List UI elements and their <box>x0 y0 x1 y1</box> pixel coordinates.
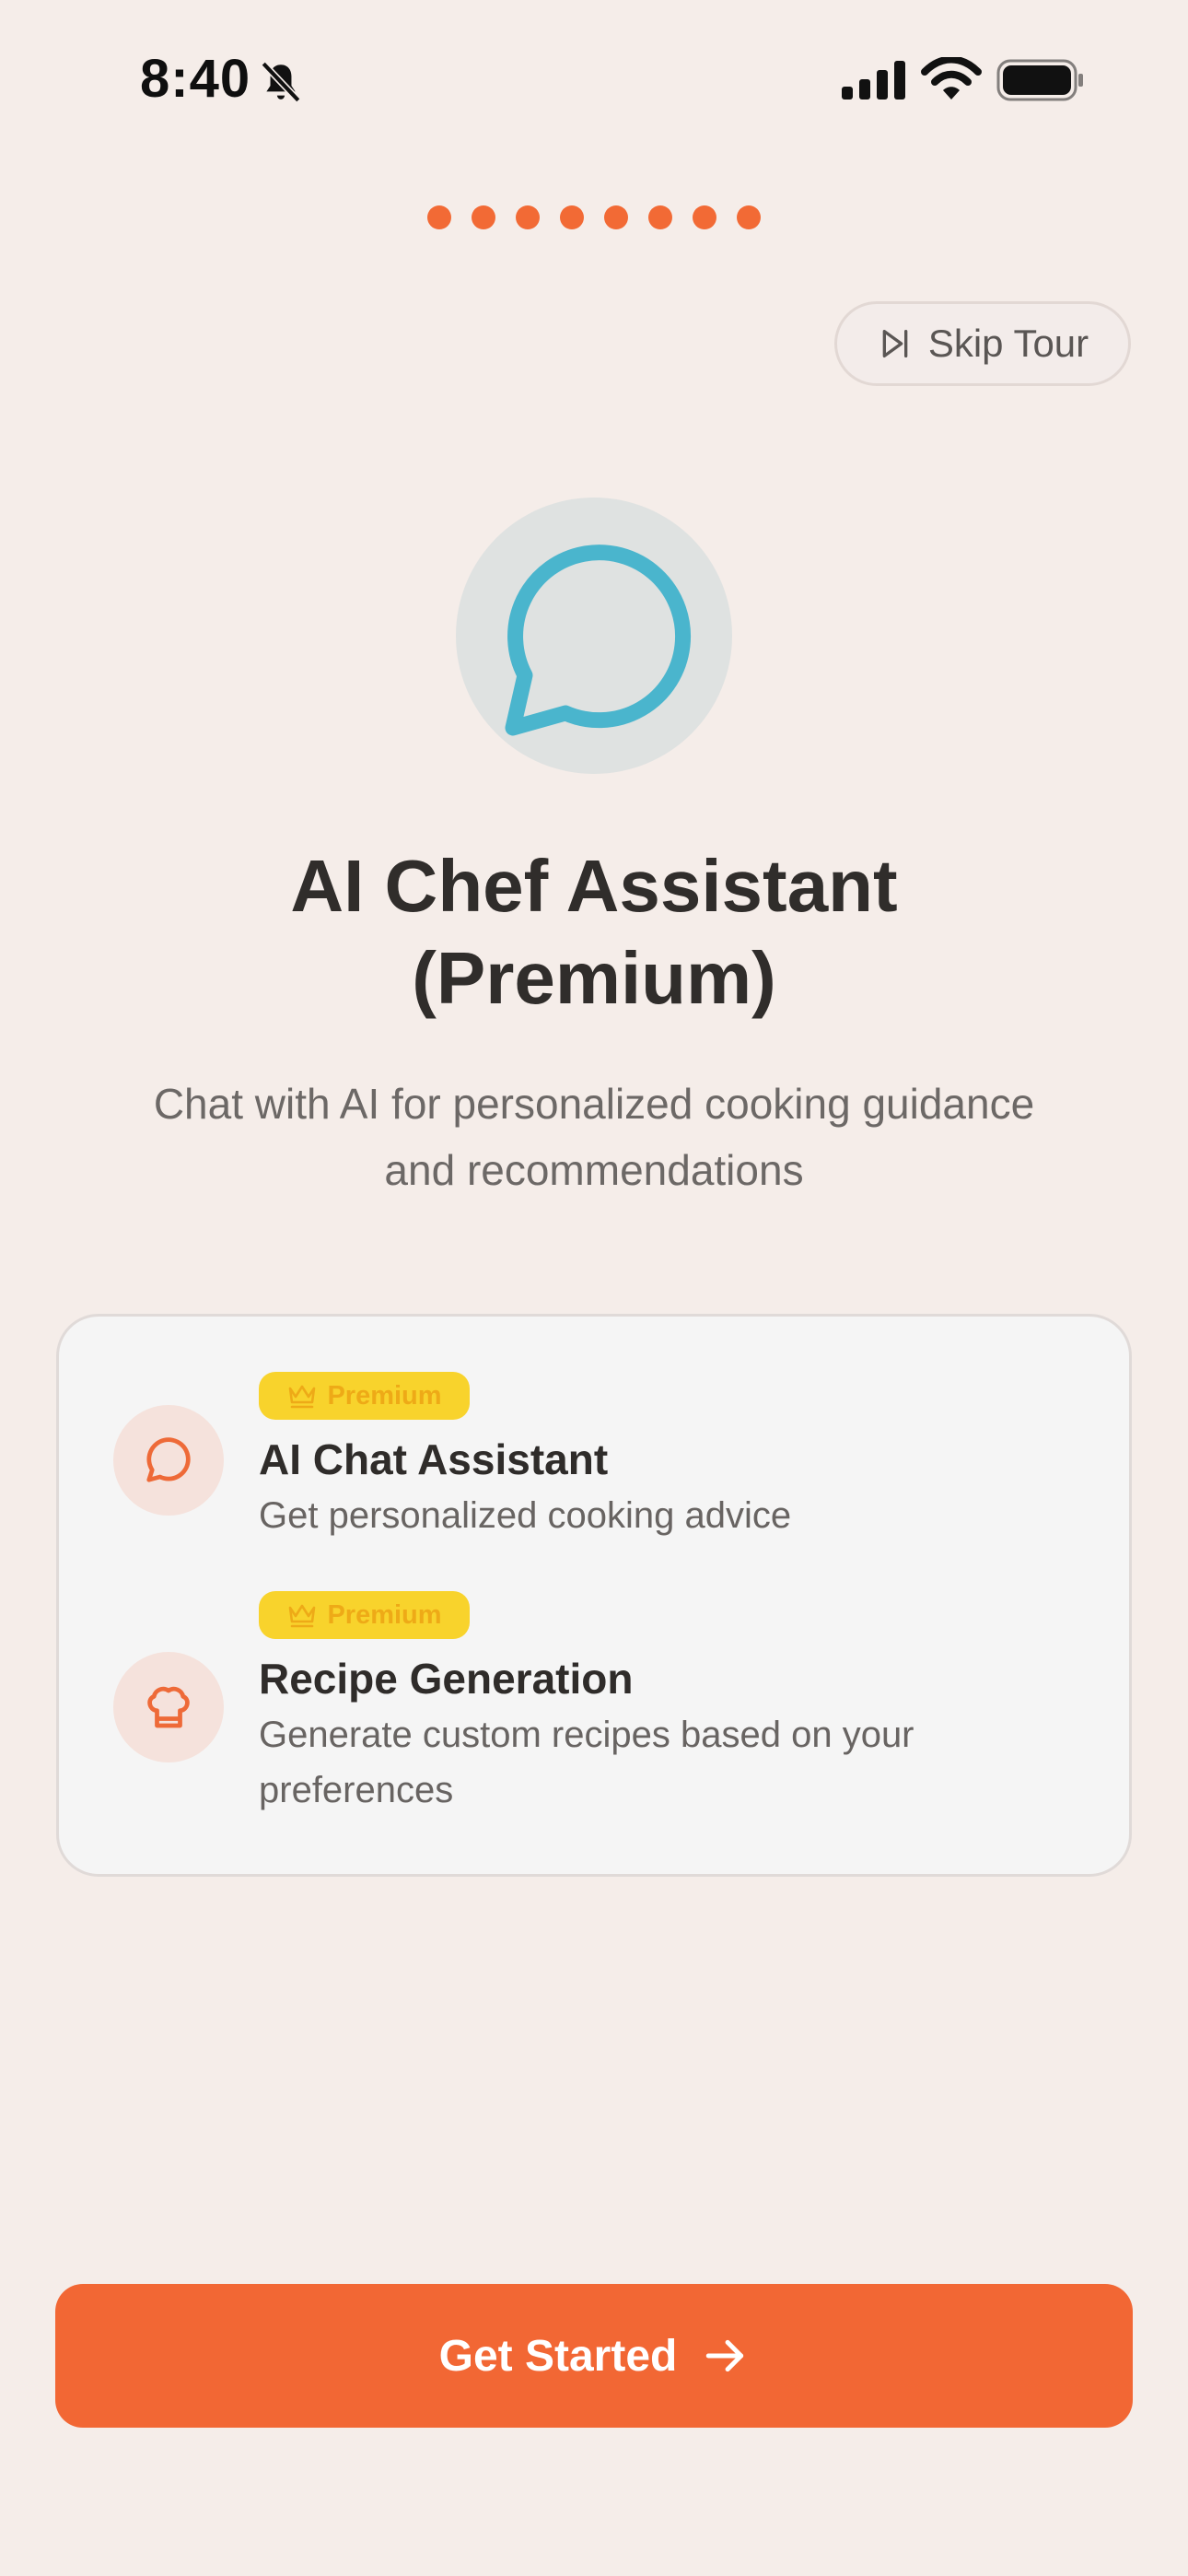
progress-dot <box>472 205 495 229</box>
feature-icon-circle <box>113 1652 224 1762</box>
feature-title: Recipe Generation <box>259 1655 634 1703</box>
crown-icon <box>289 1385 316 1409</box>
chat-bubble-icon <box>146 1437 191 1482</box>
premium-badge: Premium <box>259 1372 470 1420</box>
wifi-icon <box>921 57 982 100</box>
progress-dots <box>0 205 1188 229</box>
feature-description-line-2: preferences <box>259 1770 454 1810</box>
progress-dot <box>560 205 584 229</box>
subtitle-line-2: and recommendations <box>384 1146 804 1194</box>
progress-dot <box>427 205 451 229</box>
status-bar: 8:40 <box>0 0 1188 157</box>
title-line-2: (Premium) <box>412 937 776 1019</box>
skip-tour-button[interactable]: Skip Tour <box>834 301 1131 386</box>
feature-description: Generate custom recipes based on your pr… <box>259 1707 1088 1818</box>
skip-forward-icon <box>882 330 908 357</box>
skip-tour-label: Skip Tour <box>927 322 1089 365</box>
battery-icon <box>996 59 1083 101</box>
progress-dot <box>604 205 628 229</box>
feature-title: AI Chat Assistant <box>259 1435 609 1483</box>
get-started-label: Get Started <box>438 2331 678 2381</box>
chef-hat-icon <box>147 1686 190 1728</box>
page-subtitle: Chat with AI for personalized cooking gu… <box>101 1071 1087 1203</box>
premium-badge: Premium <box>259 1591 470 1639</box>
feature-card: Premium AI Chat Assistant Get personaliz… <box>56 1314 1132 1877</box>
progress-dot <box>693 205 716 229</box>
premium-badge-label: Premium <box>327 1380 442 1411</box>
title-line-1: AI Chef Assistant <box>290 845 898 927</box>
get-started-button[interactable]: Get Started <box>55 2284 1133 2428</box>
arrow-right-icon <box>706 2339 744 2372</box>
signal-icon <box>842 61 905 100</box>
feature-icon-circle <box>113 1405 224 1516</box>
progress-dot <box>737 205 761 229</box>
premium-badge-label: Premium <box>327 1599 442 1630</box>
subtitle-line-1: Chat with AI for personalized cooking gu… <box>153 1080 1035 1128</box>
status-time: 8:40 <box>140 49 251 109</box>
feature-description-line-1: Generate custom recipes based on your <box>259 1715 914 1755</box>
feature-description: Get personalized cooking advice <box>259 1495 792 1536</box>
progress-dot <box>516 205 540 229</box>
progress-dot <box>648 205 672 229</box>
crown-icon <box>289 1604 316 1628</box>
page-title: AI Chef Assistant (Premium) <box>129 840 1059 1025</box>
chat-bubble-icon <box>505 544 692 736</box>
bell-slash-icon <box>261 61 301 103</box>
